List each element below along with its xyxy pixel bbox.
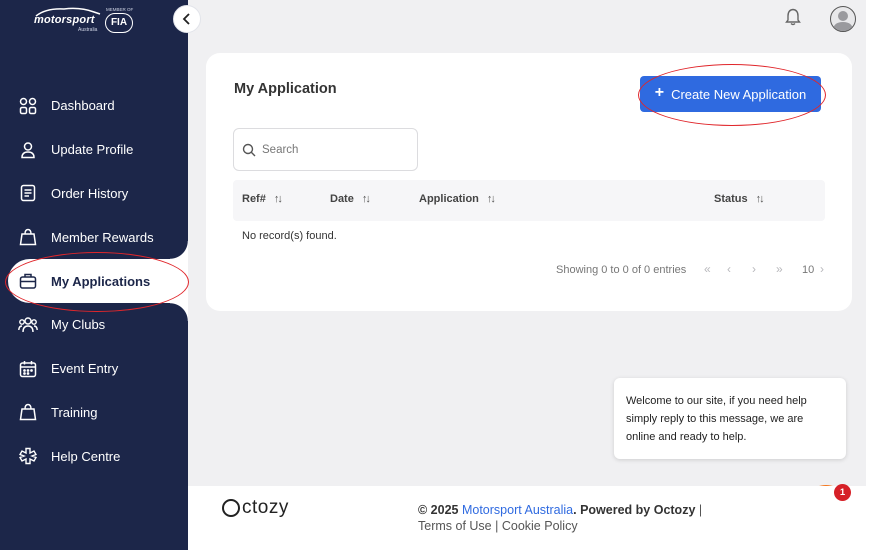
member-of-label: MEMBER OF — [106, 7, 134, 12]
logo-subtext: Australia — [78, 27, 98, 33]
fia-logo: FIA — [105, 13, 133, 33]
page-size-select[interactable]: 10 — [802, 264, 814, 276]
page-title: My Application — [234, 81, 337, 97]
receipt-icon — [18, 183, 38, 203]
calendar-icon — [18, 359, 38, 379]
column-header-ref[interactable]: Ref# ↑↓ — [242, 193, 283, 205]
octozy-logo: ctozy — [222, 497, 289, 519]
sidebar-item-label: Dashboard — [51, 98, 115, 114]
sidebar-item-training[interactable]: Training — [0, 391, 188, 435]
briefcase-icon — [18, 271, 38, 291]
footer-text: © 2025 Motorsport Australia. Powered by … — [418, 502, 703, 534]
column-header-date[interactable]: Date ↑↓ — [330, 193, 371, 205]
footer-separator: | — [695, 503, 703, 517]
sidebar-item-event-entry[interactable]: Event Entry — [0, 347, 188, 391]
search-input[interactable] — [262, 143, 402, 156]
column-label: Date — [330, 193, 354, 205]
plus-icon: + — [654, 84, 665, 101]
user-avatar-icon — [833, 11, 853, 31]
entries-info: Showing 0 to 0 of 0 entries — [556, 264, 687, 276]
chevron-left-icon — [182, 13, 190, 25]
notification-badge: 1 — [834, 484, 851, 501]
shopping-bag-icon — [18, 227, 38, 247]
column-label: Status — [714, 193, 748, 205]
sidebar-item-label: Help Centre — [51, 448, 121, 464]
sidebar-item-label: Order History — [51, 185, 129, 201]
previous-page-icon[interactable]: ‹ — [727, 262, 731, 276]
applications-card: My Application + Create New Application … — [206, 53, 852, 311]
group-icon — [18, 315, 38, 335]
sidebar-item-dashboard[interactable]: Dashboard — [0, 84, 188, 128]
sidebar-item-label: My Clubs — [51, 317, 106, 333]
sidebar-item-label: Member Rewards — [51, 229, 154, 245]
search-icon — [242, 143, 256, 156]
column-label: Application — [419, 193, 479, 205]
copyright-text: © 2025 — [418, 503, 462, 517]
medical-icon — [18, 446, 38, 466]
grid-icon — [18, 96, 38, 116]
bag-icon — [18, 402, 38, 422]
table-header: Ref# ↑↓ Date ↑↓ Application ↑↓ Status ↑↓ — [233, 180, 825, 221]
sidebar-item-my-clubs[interactable]: My Clubs — [0, 303, 188, 347]
next-page-icon[interactable]: › — [752, 262, 756, 276]
powered-by-text: . Powered by Octozy — [573, 503, 696, 517]
motorsport-australia-logo[interactable]: motorsport Australia MEMBER OF FIA — [30, 5, 140, 35]
octozy-logo-text: ctozy — [242, 497, 289, 518]
sidebar-item-order-history[interactable]: Order History — [0, 172, 188, 216]
sidebar-item-label: Update Profile — [51, 142, 134, 158]
create-button-label: Create New Application — [671, 86, 807, 102]
motorsport-australia-link[interactable]: Motorsport Australia — [462, 503, 573, 517]
footer-separator: | — [491, 519, 502, 533]
chevron-right-icon[interactable]: › — [820, 262, 824, 276]
sidebar-item-my-applications[interactable]: My Applications — [8, 241, 188, 321]
sidebar-item-label: My Applications — [51, 273, 151, 289]
column-label: Ref# — [242, 193, 266, 205]
sidebar-item-label: Training — [51, 404, 98, 420]
user-icon — [18, 140, 38, 160]
octozy-o-icon — [222, 499, 240, 517]
column-header-status[interactable]: Status ↑↓ — [714, 193, 765, 205]
avatar[interactable] — [830, 6, 856, 32]
sidebar-item-label: Event Entry — [51, 361, 119, 377]
empty-table-message: No record(s) found. — [242, 230, 337, 242]
sort-icon: ↑↓ — [755, 193, 765, 205]
create-new-application-button[interactable]: + Create New Application — [640, 76, 821, 112]
collapse-sidebar-button[interactable] — [173, 5, 201, 33]
chat-welcome-message: Welcome to our site, if you need help si… — [614, 378, 846, 459]
terms-of-use-link[interactable]: Terms of Use — [418, 519, 492, 533]
sort-icon: ↑↓ — [273, 193, 283, 205]
sidebar-item-member-rewards[interactable]: Member Rewards — [0, 215, 188, 259]
logo-text: motorsport — [34, 14, 95, 26]
bell-icon[interactable] — [784, 8, 802, 26]
sidebar-nav: Dashboard Update Profile Order History M… — [0, 84, 188, 478]
last-page-icon[interactable]: » — [776, 262, 783, 276]
sort-icon: ↑↓ — [486, 193, 496, 205]
sidebar-item-help-centre[interactable]: Help Centre — [0, 434, 188, 478]
sort-icon: ↑↓ — [361, 193, 371, 205]
first-page-icon[interactable]: « — [704, 262, 711, 276]
sidebar: motorsport Australia MEMBER OF FIA Dashb… — [0, 0, 188, 550]
cookie-policy-link[interactable]: Cookie Policy — [502, 519, 578, 533]
search-box — [233, 128, 418, 171]
column-header-application[interactable]: Application ↑↓ — [419, 193, 496, 205]
sidebar-item-update-profile[interactable]: Update Profile — [0, 128, 188, 172]
